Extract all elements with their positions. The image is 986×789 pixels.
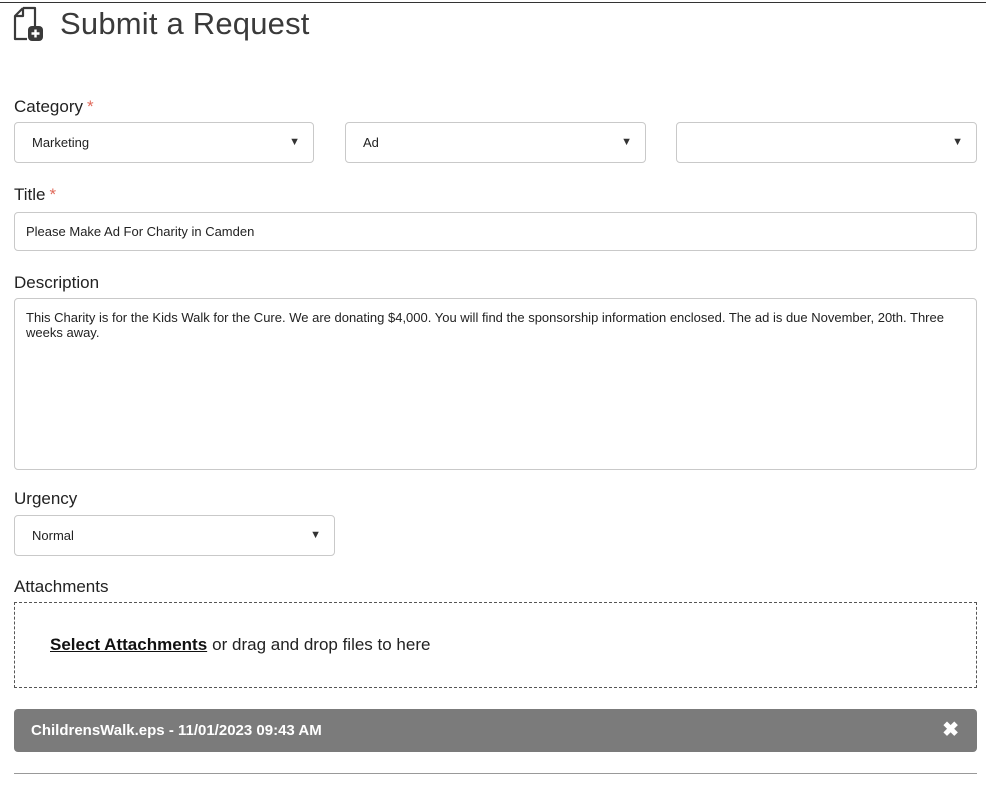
description-label: Description	[14, 273, 100, 292]
title-label-text: Title	[14, 185, 46, 204]
chevron-down-icon: ▼	[952, 136, 963, 148]
attachment-item: ChildrensWalk.eps - 11/01/2023 09:43 AM …	[14, 709, 977, 752]
dropzone-hint: or drag and drop files to here	[212, 635, 431, 654]
page-header: Submit a Request	[13, 6, 310, 42]
category-select[interactable]: Marketing ▼	[14, 122, 314, 163]
category-label: Category *	[14, 97, 94, 117]
required-marker: *	[86, 97, 94, 116]
page-title: Submit a Request	[60, 6, 310, 41]
third-category-select[interactable]: ▼	[676, 122, 977, 163]
subcategory-select-value: Ad	[363, 135, 379, 150]
title-label: Title *	[14, 185, 56, 205]
attachments-label: Attachments	[14, 577, 109, 596]
subcategory-select[interactable]: Ad ▼	[345, 122, 646, 163]
title-input[interactable]: Please Make Ad For Charity in Camden	[14, 212, 977, 251]
close-icon[interactable]: ✖	[942, 720, 959, 740]
chevron-down-icon: ▼	[289, 136, 300, 148]
attachment-filename: ChildrensWalk.eps - 11/01/2023 09:43 AM	[31, 722, 322, 739]
urgency-select[interactable]: Normal ▼	[14, 515, 335, 556]
bottom-divider	[14, 773, 977, 774]
category-label-text: Category	[14, 97, 83, 116]
urgency-select-value: Normal	[32, 528, 74, 543]
select-attachments-link[interactable]: Select Attachments	[50, 635, 207, 655]
chevron-down-icon: ▼	[310, 529, 321, 541]
description-textarea[interactable]: This Charity is for the Kids Walk for th…	[14, 298, 977, 470]
urgency-label: Urgency	[14, 489, 78, 508]
category-select-value: Marketing	[32, 135, 90, 150]
attachment-dropzone[interactable]: Select Attachments or drag and drop file…	[14, 602, 977, 688]
required-marker: *	[49, 185, 57, 204]
chevron-down-icon: ▼	[621, 136, 632, 148]
top-divider	[0, 2, 986, 3]
file-add-icon	[13, 6, 43, 41]
